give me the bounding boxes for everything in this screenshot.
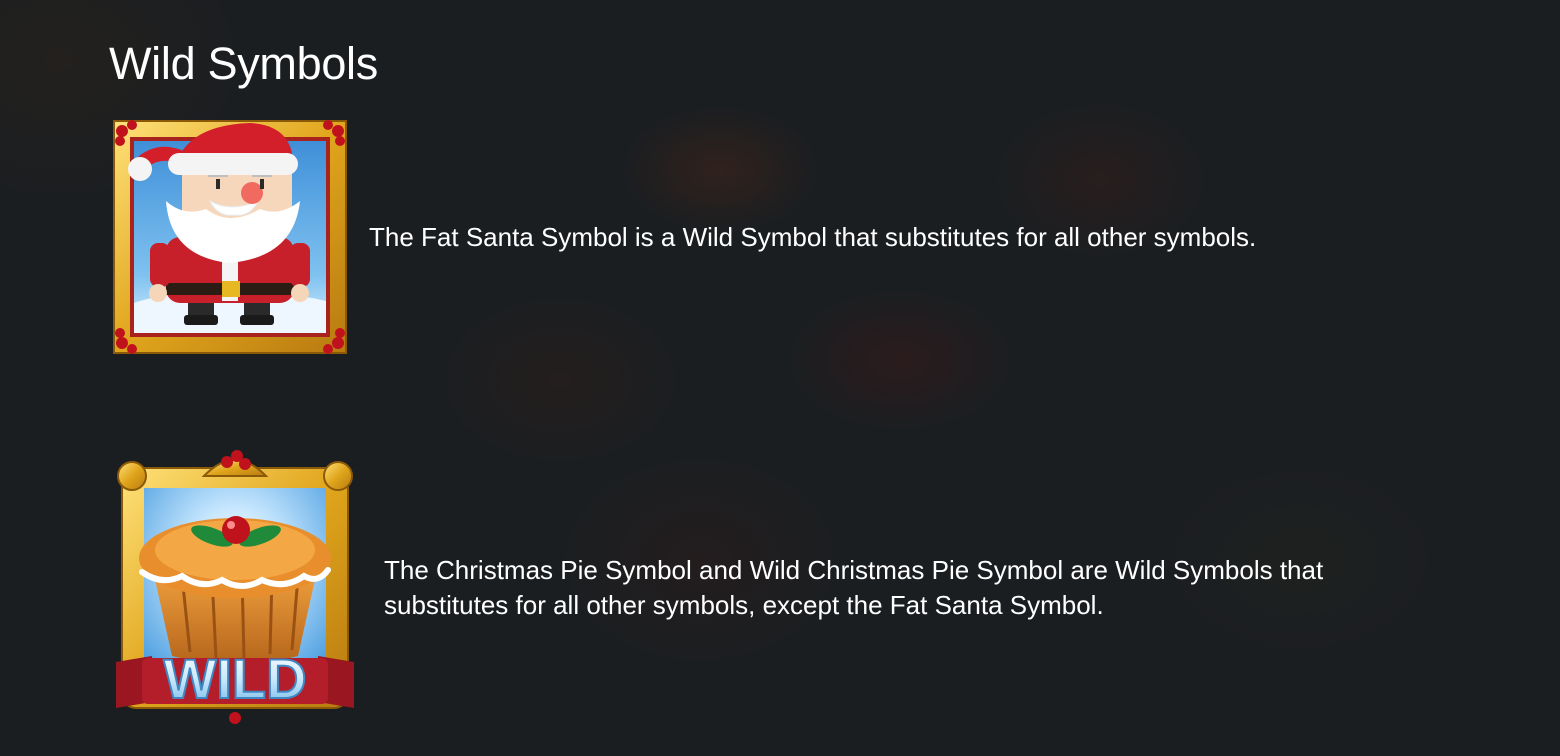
wild-christmas-pie-symbol-icon: WILD [116,450,354,724]
fat-santa-description: The Fat Santa Symbol is a Wild Symbol th… [369,222,1257,252]
christmas-pie-description: The Christmas Pie Symbol and Wild Christ… [384,555,1324,620]
wild-badge-text: WILD [163,647,306,710]
section-title: Wild Symbols [109,38,378,89]
fat-santa-symbol-icon [113,120,347,354]
